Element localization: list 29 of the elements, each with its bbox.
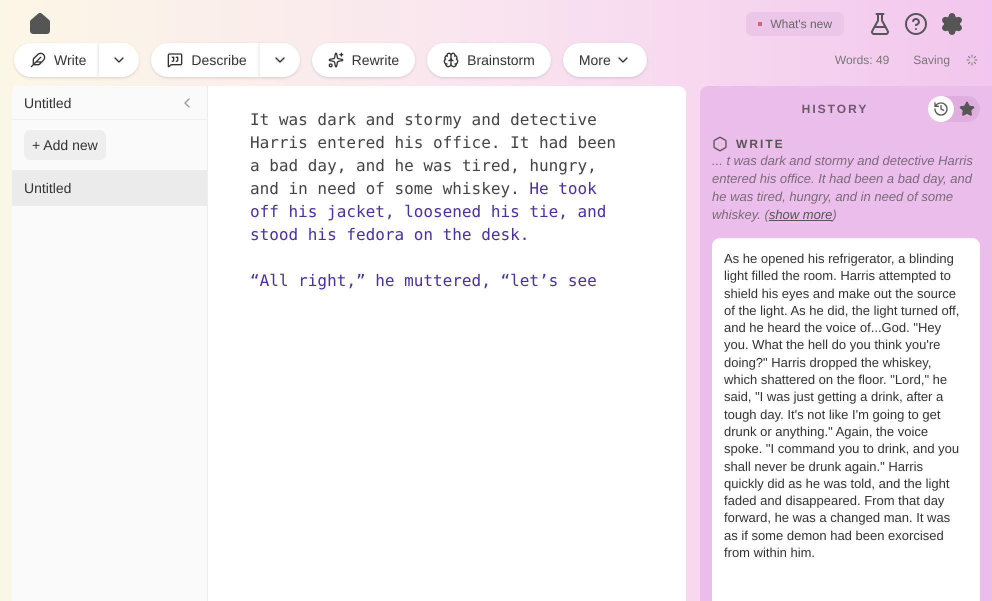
- whats-new-button[interactable]: What's new: [746, 12, 844, 36]
- show-more-link[interactable]: show more: [768, 207, 832, 222]
- suggestion-text: As he opened his refrigerator, a blinding light filled the room. Harris attempted to shield his eyes and make out the source of the light. As he did, the light turned off, and he heard the voice of...God. "Hey you. What the hell do you think you're doing?" Harris dropped the whiskey, which shattered on the floor. "Lord," he said, "I was just getting a drink, after a tough day. It's not like I'm going to get drunk or anything." Again, the voice spoke. "I command you to drink, and you shall never be drunk again." Harris quickly did as he was told, and the light faded and disappeared. From that day forward, he was a changed man. It was as if some demon had been exorcised from within him.: [724, 250, 960, 562]
- brain-icon: [443, 52, 460, 68]
- quill-icon: [30, 52, 46, 68]
- more-button[interactable]: More: [562, 43, 647, 77]
- tool-button[interactable]: Describe: [151, 43, 259, 77]
- tool-button[interactable]: Write: [14, 43, 98, 77]
- story-paragraph: “All right,” he muttered, “let’s see: [250, 270, 598, 292]
- add-new-button[interactable]: + Add new: [24, 130, 106, 160]
- history-tab[interactable]: [928, 96, 954, 122]
- history-title: HISTORY: [802, 102, 868, 116]
- document-item[interactable]: Untitled: [12, 170, 207, 206]
- clock-icon: [933, 101, 949, 117]
- help-icon[interactable]: [904, 12, 928, 36]
- story-paragraph: It was dark and stormy and detective Harris entered his office. It had been a bad day, and he was tired, hungry, and in need of some whiskey. He took off his jacket, loosened his tie, and stood his fedora on the desk.: [250, 109, 618, 246]
- home-icon[interactable]: [28, 12, 52, 36]
- sidebar-title: Untitled: [24, 94, 72, 112]
- entry-label: WRITE: [736, 136, 785, 152]
- flask-icon[interactable]: [868, 12, 892, 36]
- sparkle-icon: [328, 52, 344, 68]
- tool-button[interactable]: Rewrite: [312, 43, 416, 77]
- tool-button[interactable]: Brainstorm: [427, 43, 551, 77]
- word-count: Words: 49: [834, 52, 890, 68]
- spinner-icon: [966, 54, 978, 66]
- entry-excerpt: ... t was dark and stormy and detective Harris entered his office. It had been a bad day, and he was tired, hungry, and in need of some whiskey. (show more): [712, 152, 974, 224]
- save-status: Saving: [913, 52, 950, 68]
- speech-bubble-icon: [167, 52, 184, 68]
- star-icon: [959, 101, 975, 117]
